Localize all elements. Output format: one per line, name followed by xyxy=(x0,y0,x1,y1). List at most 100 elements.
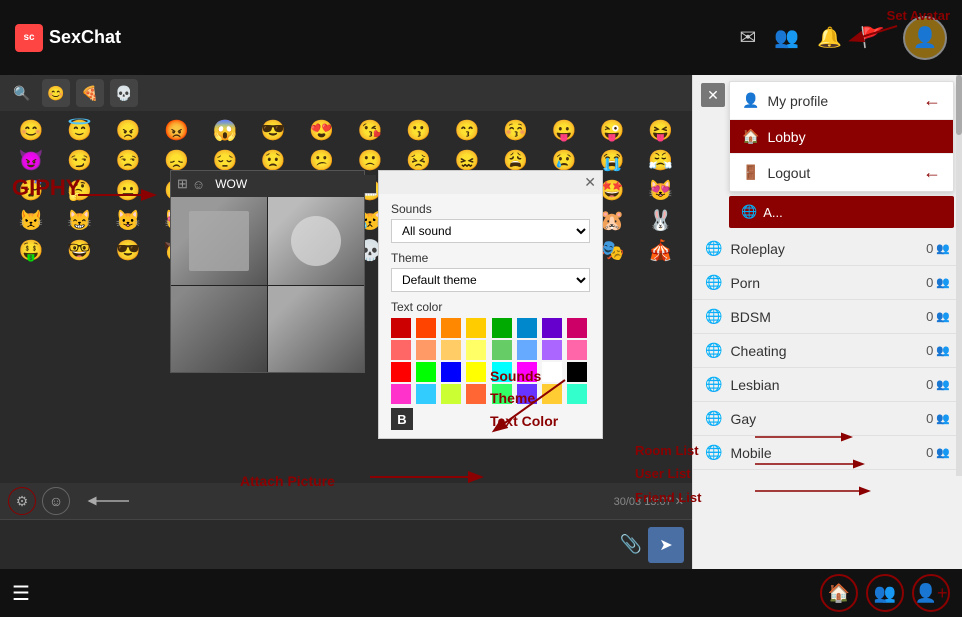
globe-room-icon: 🌐 xyxy=(705,376,722,393)
emoji-item[interactable]: 🤑 xyxy=(8,237,54,265)
sidebar-close-button[interactable]: ✕ xyxy=(701,83,725,107)
color-cell[interactable] xyxy=(391,362,411,382)
color-cell[interactable] xyxy=(466,362,486,382)
emoji-item[interactable]: 😐 xyxy=(105,177,151,205)
hamburger-menu[interactable]: ☰ xyxy=(12,581,30,606)
room-list-item[interactable]: 🌐 Mobile 0 👥 xyxy=(693,436,962,470)
color-cell[interactable] xyxy=(542,318,562,338)
color-cell[interactable] xyxy=(416,340,436,360)
emoji-item[interactable]: 😾 xyxy=(8,207,54,235)
bold-button[interactable]: B xyxy=(391,408,413,430)
color-cell[interactable] xyxy=(567,384,587,404)
emoji-item[interactable]: 😍 xyxy=(299,117,345,145)
add-room-button[interactable]: 🌐 A... xyxy=(729,196,954,228)
gif-item[interactable] xyxy=(268,286,364,372)
color-cell[interactable] xyxy=(441,340,461,360)
emoji-item[interactable]: 😡 xyxy=(153,117,199,145)
emoji-item[interactable]: 😸 xyxy=(56,207,102,235)
gif-search-input[interactable] xyxy=(209,175,376,193)
emoji-item[interactable]: 😏 xyxy=(56,147,102,175)
sounds-select[interactable]: All sound xyxy=(391,219,590,243)
emoji-item[interactable]: 😙 xyxy=(444,117,490,145)
emoji-item[interactable]: 😚 xyxy=(492,117,538,145)
emoji-item[interactable]: 😒 xyxy=(105,147,151,175)
emoji-item[interactable]: 😠 xyxy=(105,117,151,145)
scrollbar-thumb[interactable] xyxy=(956,75,962,135)
room-list-item[interactable]: 🌐 Gay 0 👥 xyxy=(693,402,962,436)
color-cell[interactable] xyxy=(441,384,461,404)
lobby-item[interactable]: 🏠 Lobby xyxy=(730,120,953,154)
color-cell[interactable] xyxy=(567,362,587,382)
food-category-button[interactable]: 🍕 xyxy=(76,79,104,107)
color-cell[interactable] xyxy=(391,384,411,404)
emoji-item[interactable]: 😻 xyxy=(638,177,684,205)
mail-icon[interactable]: ✉ xyxy=(740,25,757,50)
emoji-item[interactable]: 😺 xyxy=(105,207,151,235)
emoji-item[interactable]: 😗 xyxy=(395,117,441,145)
home-bottom-icon: 🏠 xyxy=(828,583,850,604)
color-cell[interactable] xyxy=(492,340,512,360)
emoji-item[interactable]: 😈 xyxy=(8,147,54,175)
bell-icon[interactable]: 🔔 xyxy=(817,25,842,50)
gif-item[interactable] xyxy=(171,286,267,372)
flag-icon[interactable]: 🚩 xyxy=(860,25,885,50)
color-cell[interactable] xyxy=(542,340,562,360)
emoji-item[interactable]: 😊 xyxy=(8,117,54,145)
color-cell[interactable] xyxy=(517,318,537,338)
attach-button[interactable]: 📎 xyxy=(620,534,642,555)
emoji-item[interactable]: 😝 xyxy=(638,117,684,145)
emoji-settings-button[interactable]: ⚙ xyxy=(8,487,36,515)
room-list-button[interactable]: 🏠 xyxy=(820,574,858,612)
smiley-category-button[interactable]: 😊 xyxy=(42,79,70,107)
globe-room-icon: 🌐 xyxy=(705,274,722,291)
color-cell[interactable] xyxy=(567,318,587,338)
emoji-item[interactable]: 😱 xyxy=(202,117,248,145)
skull-category-button[interactable]: 💀 xyxy=(110,79,138,107)
color-cell[interactable] xyxy=(416,362,436,382)
scrollbar[interactable] xyxy=(956,75,962,476)
emoji-item[interactable]: 😤 xyxy=(638,147,684,175)
color-cell[interactable] xyxy=(567,340,587,360)
emoji-item[interactable]: 😎 xyxy=(250,117,296,145)
theme-select[interactable]: Default theme xyxy=(391,268,590,292)
color-cell[interactable] xyxy=(391,318,411,338)
settings-popup-header: ✕ xyxy=(379,171,602,194)
room-list-item[interactable]: 🌐 Cheating 0 👥 xyxy=(693,334,962,368)
chat-input-field[interactable] xyxy=(8,537,614,553)
settings-popup-close-button[interactable]: ✕ xyxy=(584,174,596,191)
user-list-button[interactable]: 👥 xyxy=(866,574,904,612)
color-cell[interactable] xyxy=(391,340,411,360)
color-cell[interactable] xyxy=(466,340,486,360)
color-cell[interactable] xyxy=(466,384,486,404)
emoji-item[interactable]: 🤓 xyxy=(56,237,102,265)
emoji-item[interactable]: 😜 xyxy=(589,117,635,145)
color-cell[interactable] xyxy=(416,318,436,338)
room-list-item[interactable]: 🌐 Porn 0 👥 xyxy=(693,266,962,300)
room-users-icon: 👥 xyxy=(936,378,950,391)
users-icon[interactable]: 👥 xyxy=(774,25,799,50)
emoji-smile-button[interactable]: ☺ xyxy=(42,487,70,515)
emoji-item[interactable]: 😘 xyxy=(347,117,393,145)
my-profile-item[interactable]: 👤 My profile ← xyxy=(730,82,953,120)
send-button[interactable]: ➤ xyxy=(648,527,684,563)
color-cell[interactable] xyxy=(517,340,537,360)
color-cell[interactable] xyxy=(441,318,461,338)
gif-item[interactable] xyxy=(268,197,364,285)
color-cell[interactable] xyxy=(492,318,512,338)
color-cell[interactable] xyxy=(441,362,461,382)
room-list-item[interactable]: 🌐 BDSM 0 👥 xyxy=(693,300,962,334)
emoji-item[interactable]: 🐰 xyxy=(638,207,684,235)
room-list-item[interactable]: 🌐 Lesbian 0 👥 xyxy=(693,368,962,402)
search-emoji-button[interactable]: 🔍 xyxy=(8,79,36,107)
room-list-item[interactable]: 🌐 Roleplay 0 👥 xyxy=(693,232,962,266)
gif-item[interactable] xyxy=(171,197,267,285)
logout-item[interactable]: 🚪 Logout ← xyxy=(730,154,953,191)
emoji-item[interactable]: 😎 xyxy=(105,237,151,265)
color-cell[interactable] xyxy=(466,318,486,338)
emoji-item[interactable]: 😛 xyxy=(541,117,587,145)
friend-list-button[interactable]: 👤+ xyxy=(912,574,950,612)
emoji-category-bar: 🔍 😊 🍕 💀 xyxy=(0,75,692,111)
emoji-item[interactable]: 🎪 xyxy=(638,237,684,265)
emoji-item[interactable]: 😇 xyxy=(56,117,102,145)
color-cell[interactable] xyxy=(416,384,436,404)
